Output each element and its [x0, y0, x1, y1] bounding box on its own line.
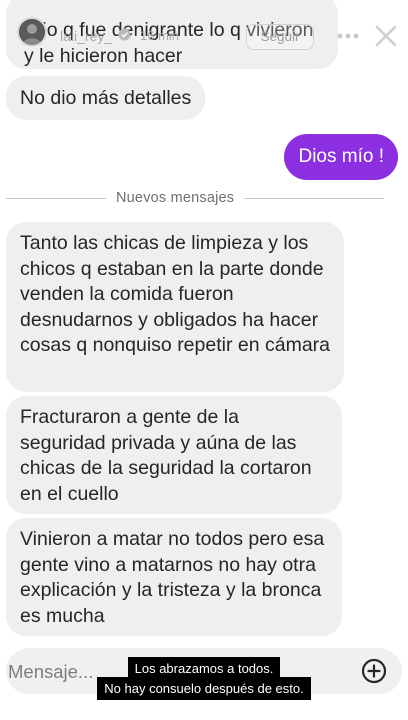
follow-button[interactable]: Seguir — [246, 24, 314, 50]
message-text: Vinieron a matar no todos pero esa gente… — [20, 528, 325, 627]
story-username[interactable]: lali_rey_ — [60, 28, 112, 44]
close-icon[interactable] — [372, 22, 400, 50]
divider-line-left — [6, 197, 106, 199]
verified-badge-icon — [118, 28, 131, 41]
divider-label: Nuevos mensajes — [116, 190, 235, 206]
message-input[interactable] — [6, 648, 190, 696]
message-bubble-incoming: Vinieron a matar no todos pero esa gente… — [6, 518, 342, 636]
new-messages-divider: Nuevos mensajes — [6, 188, 384, 208]
more-horizontal-icon[interactable] — [336, 26, 360, 46]
message-text: No dio más detalles — [20, 87, 192, 109]
message-bubble-incoming: Fracturaron a gente de la seguridad priv… — [6, 396, 342, 514]
plus-circle-icon[interactable] — [360, 657, 388, 685]
message-text: Tanto las chicas de limpieza y los chico… — [20, 232, 331, 356]
message-bubble-outgoing: Dios mío ! — [284, 134, 398, 180]
avatar[interactable] — [17, 17, 47, 47]
story-time-ago: 16 min — [140, 28, 180, 43]
story-header: lali_rey_ 16 min Seguir — [0, 0, 408, 74]
message-text: Fracturaron a gente de la seguridad priv… — [20, 406, 312, 505]
message-bubble-incoming: No dio más detalles — [6, 76, 206, 120]
message-composer — [6, 648, 402, 696]
divider-line-right — [244, 197, 384, 199]
message-text: Dios mío ! — [298, 146, 384, 167]
message-bubble-incoming: Tanto las chicas de limpieza y los chico… — [6, 222, 344, 392]
